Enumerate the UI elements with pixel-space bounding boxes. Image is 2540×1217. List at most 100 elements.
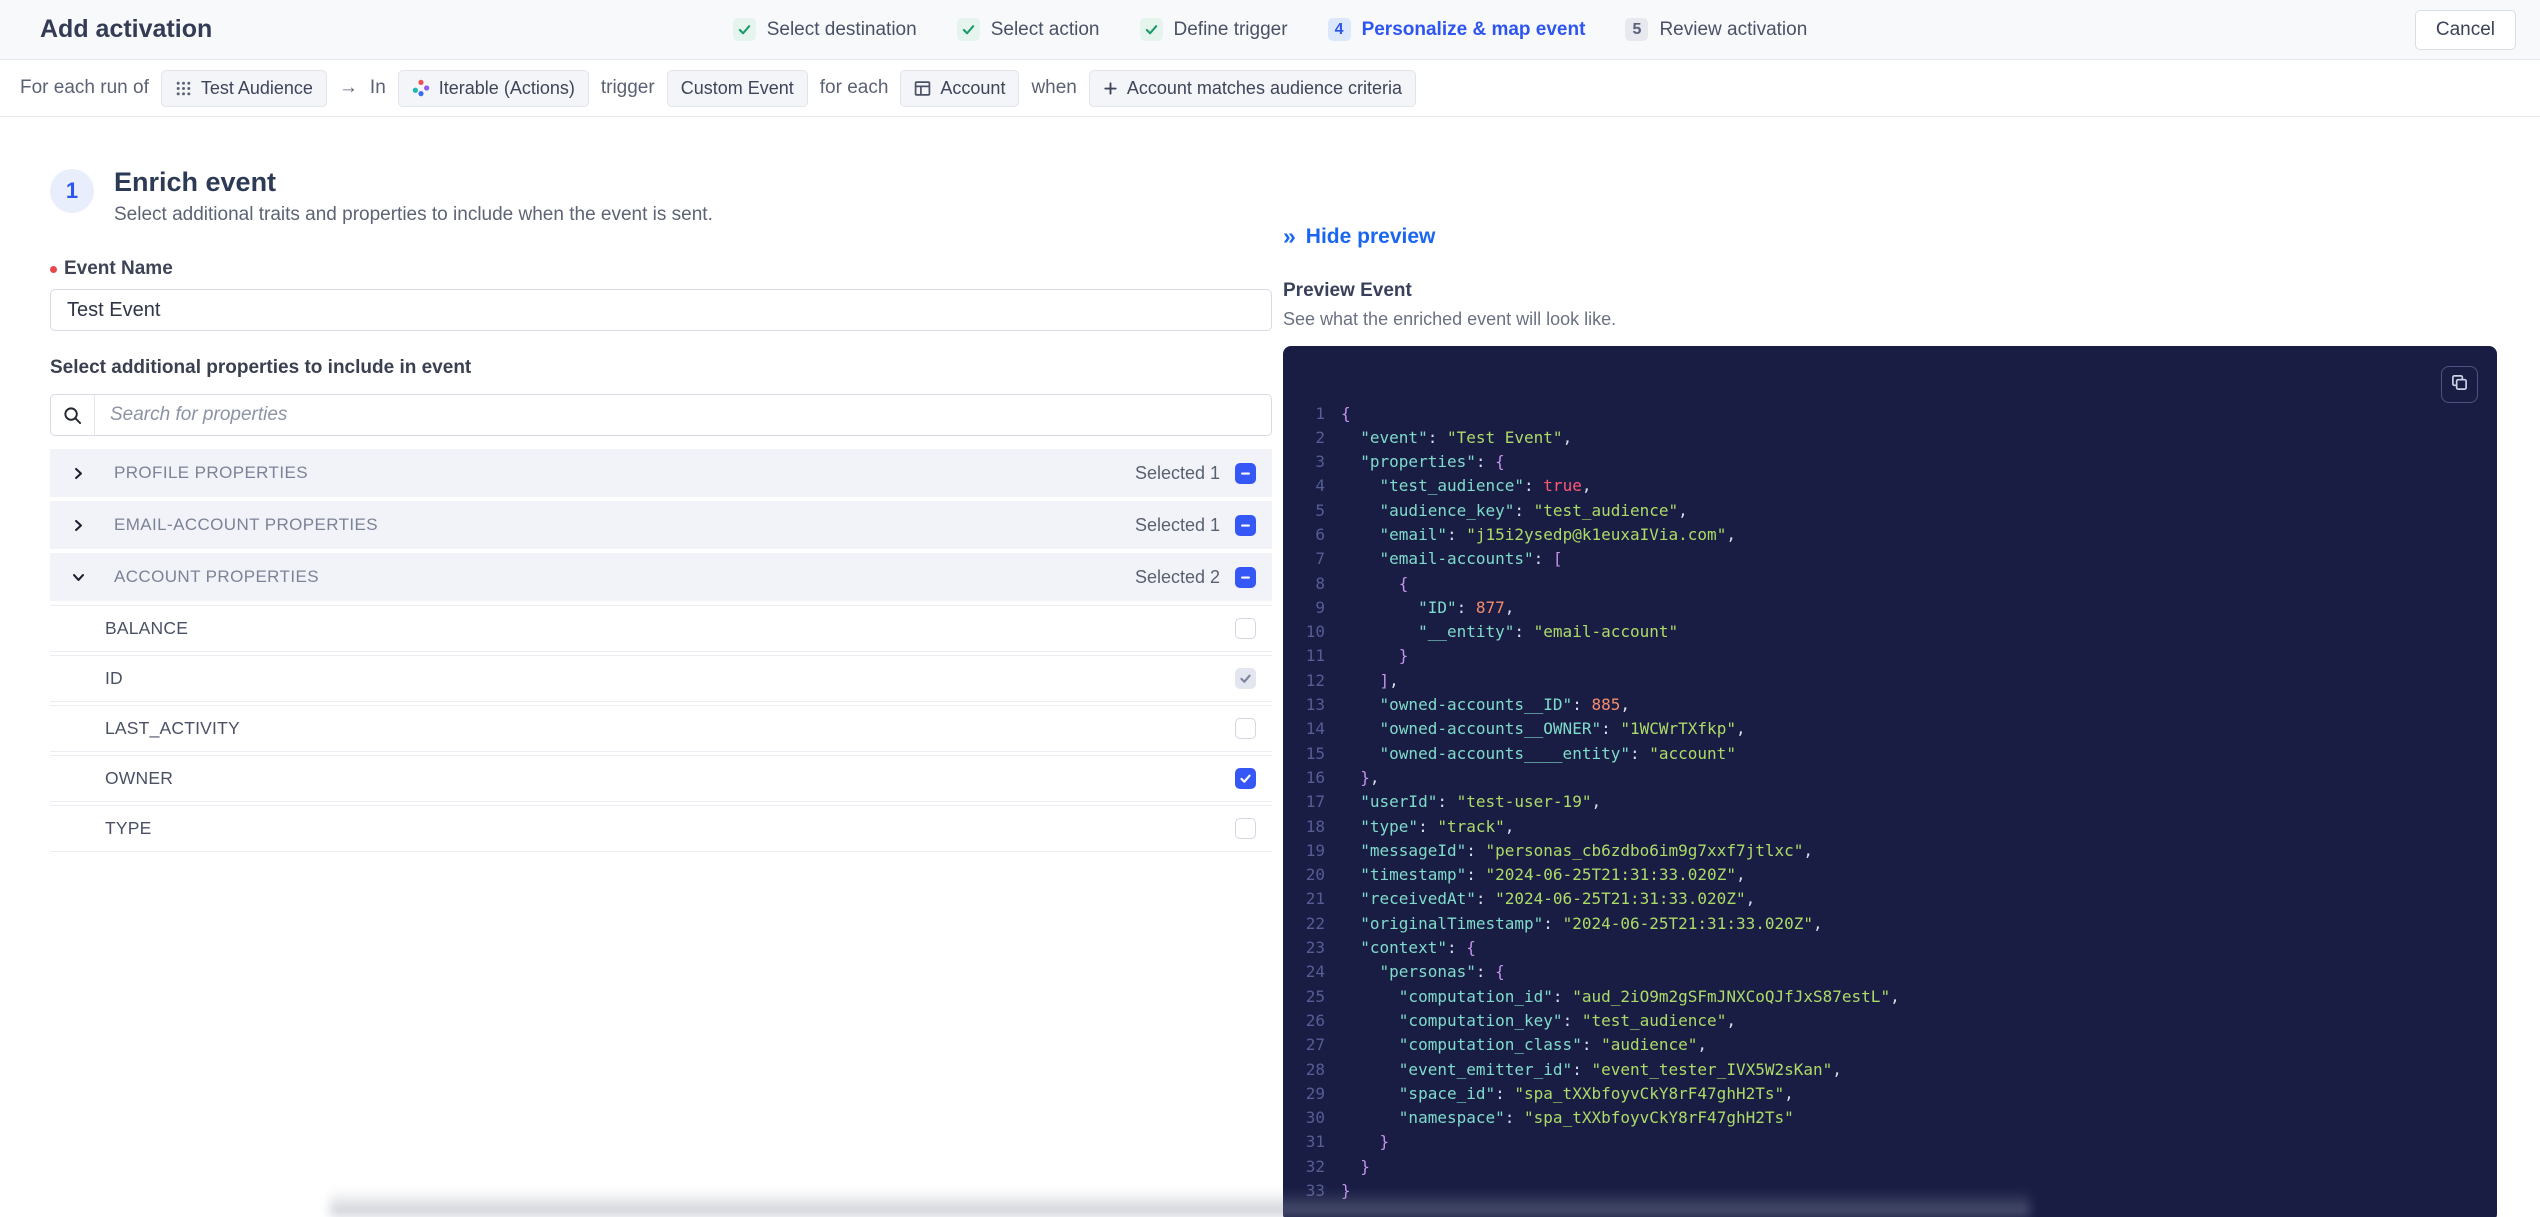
- context-text: for each: [819, 77, 889, 98]
- line-number: 14: [1305, 719, 1325, 739]
- code-text: {: [1398, 573, 1409, 593]
- line-number: 19: [1305, 840, 1325, 860]
- line-number: 24: [1305, 962, 1325, 982]
- property-row-type[interactable]: TYPE: [50, 805, 1272, 852]
- group-checkbox[interactable]: [1235, 566, 1256, 588]
- code-line: 8 {: [1283, 572, 2477, 596]
- line-number: 9: [1315, 597, 1325, 617]
- property-label: LAST_ACTIVITY: [105, 718, 240, 738]
- code-line: 1{: [1283, 402, 2477, 426]
- code-line: 18 "type": "track",: [1283, 815, 2477, 839]
- code-line: 13 "owned-accounts__ID": 885,: [1283, 693, 2477, 717]
- code-text: "context": {: [1360, 938, 1476, 958]
- step-item-5[interactable]: 5 Review activation: [1625, 18, 1807, 41]
- code-text: },: [1360, 767, 1380, 787]
- context-chip-account[interactable]: Account: [900, 69, 1020, 107]
- context-chip-account-matches-audience-criteria[interactable]: Account matches audience criteria: [1088, 69, 1417, 107]
- step-item-1[interactable]: Select destination: [732, 18, 917, 41]
- enrich-column: 1 Enrich event Select additional traits …: [50, 117, 1272, 1217]
- property-row-id[interactable]: ID: [50, 655, 1272, 702]
- line-number: 21: [1305, 889, 1325, 909]
- selected-count: Selected 1: [1134, 462, 1220, 483]
- line-number: 20: [1305, 865, 1325, 885]
- code-text: "event": "Test Event",: [1360, 427, 1573, 447]
- cancel-button[interactable]: Cancel: [2414, 10, 2516, 50]
- code-text: ],: [1379, 670, 1399, 690]
- code-text: "audience_key": "test_audience",: [1379, 500, 1688, 520]
- code-text: "computation_key": "test_audience",: [1398, 1010, 1736, 1030]
- line-number: 15: [1305, 743, 1325, 763]
- properties-section-label: Select additional properties to include …: [50, 357, 472, 378]
- enrich-subtitle: Select additional traits and properties …: [114, 204, 713, 225]
- copy-button[interactable]: [2441, 365, 2478, 403]
- step-item-2[interactable]: Select action: [956, 18, 1100, 41]
- code-text: }: [1360, 1156, 1370, 1176]
- code-line: 9 "ID": 877,: [1283, 596, 2477, 620]
- code-line: 15 "owned-accounts____entity": "account": [1283, 742, 2477, 766]
- audience-icon: [175, 80, 192, 97]
- property-checkbox[interactable]: [1235, 718, 1256, 739]
- context-chip-custom-event[interactable]: Custom Event: [666, 69, 808, 107]
- property-groups: PROFILE PROPERTIES Selected 1 EMAIL-ACCOUN…: [50, 449, 1272, 852]
- group-header-1[interactable]: EMAIL-ACCOUNT PROPERTIES Selected 1: [50, 501, 1272, 549]
- preview-column: » Hide preview Preview Event See what th…: [1283, 117, 2497, 1217]
- code-text: {: [1341, 403, 1351, 423]
- property-row-owner[interactable]: OWNER: [50, 755, 1272, 802]
- chevron-right-icon: [70, 517, 86, 533]
- code-text: "test_audience": true,: [1379, 476, 1592, 496]
- line-number: 33: [1305, 1181, 1325, 1200]
- context-chip-iterable-actions-[interactable]: Iterable (Actions): [397, 69, 589, 107]
- code-text: "ID": 877,: [1418, 597, 1515, 617]
- enrich-title: Enrich event: [114, 167, 277, 197]
- group-checkbox[interactable]: [1235, 462, 1256, 484]
- step-item-3[interactable]: Define trigger: [1139, 18, 1288, 41]
- property-checkbox[interactable]: [1235, 668, 1256, 689]
- code-text: "email-accounts": [: [1379, 549, 1563, 569]
- line-number: 8: [1315, 573, 1325, 593]
- group-header-2[interactable]: ACCOUNT PROPERTIES Selected 2: [50, 553, 1272, 601]
- property-label: TYPE: [105, 818, 152, 838]
- top-bar: Add activation Select destination Select …: [0, 0, 2540, 60]
- code-line: 29 "space_id": "spa_tXXbfoyvCkY8rF47ghH2…: [1283, 1082, 2477, 1106]
- code-line: 7 "email-accounts": [: [1283, 547, 2477, 571]
- property-row-balance[interactable]: BALANCE: [50, 605, 1272, 652]
- event-name-field[interactable]: [50, 289, 1272, 331]
- step-label: Personalize & map event: [1361, 18, 1586, 40]
- property-checkbox[interactable]: [1235, 818, 1256, 839]
- step-number-badge: 1: [50, 169, 94, 213]
- code-line: 6 "email": "j15i2ysedp@k1euxaIVia.com",: [1283, 523, 2477, 547]
- step-item-4[interactable]: 4 Personalize & map event: [1327, 18, 1586, 41]
- code-line: 32 }: [1283, 1155, 2477, 1179]
- code-text: "properties": {: [1360, 452, 1505, 472]
- code-text: "timestamp": "2024-06-25T21:31:33.020Z",: [1360, 865, 1746, 885]
- code-text: "receivedAt": "2024-06-25T21:31:33.020Z"…: [1360, 889, 1756, 909]
- chevron-down-icon: [70, 569, 86, 585]
- group-header-0[interactable]: PROFILE PROPERTIES Selected 1: [50, 449, 1272, 497]
- line-number: 30: [1305, 1108, 1325, 1128]
- context-text: →: [338, 77, 358, 98]
- preview-title: Preview Event: [1283, 279, 1412, 301]
- line-number: 13: [1305, 695, 1325, 715]
- code-line: 14 "owned-accounts__OWNER": "1WCWrTXfkp"…: [1283, 717, 2477, 741]
- hide-preview-link[interactable]: » Hide preview: [1283, 224, 1435, 249]
- property-checkbox[interactable]: [1235, 618, 1256, 639]
- property-checkbox[interactable]: [1235, 768, 1256, 789]
- code-line: 23 "context": {: [1283, 936, 2477, 960]
- chip-label: Custom Event: [680, 77, 794, 98]
- event-name-label: Event Name: [50, 258, 1272, 280]
- property-row-last_activity[interactable]: LAST_ACTIVITY: [50, 705, 1272, 752]
- code-line: 2 "event": "Test Event",: [1283, 426, 2477, 450]
- main-content: 1 Enrich event Select additional traits …: [0, 117, 2540, 1217]
- code-line: 4 "test_audience": true,: [1283, 474, 2477, 498]
- step-check-icon: [732, 18, 756, 41]
- line-number: 32: [1305, 1156, 1325, 1176]
- code-text: "owned-accounts____entity": "account": [1379, 743, 1736, 763]
- group-checkbox[interactable]: [1235, 514, 1256, 536]
- line-number: 25: [1305, 986, 1325, 1006]
- line-number: 3: [1315, 452, 1325, 472]
- iterable-logo-icon: [412, 79, 430, 97]
- code-line: 27 "computation_class": "audience",: [1283, 1033, 2477, 1057]
- search-input[interactable]: [95, 395, 1271, 435]
- context-chip-test-audience[interactable]: Test Audience: [160, 69, 327, 107]
- chevron-right-icon: [70, 465, 86, 481]
